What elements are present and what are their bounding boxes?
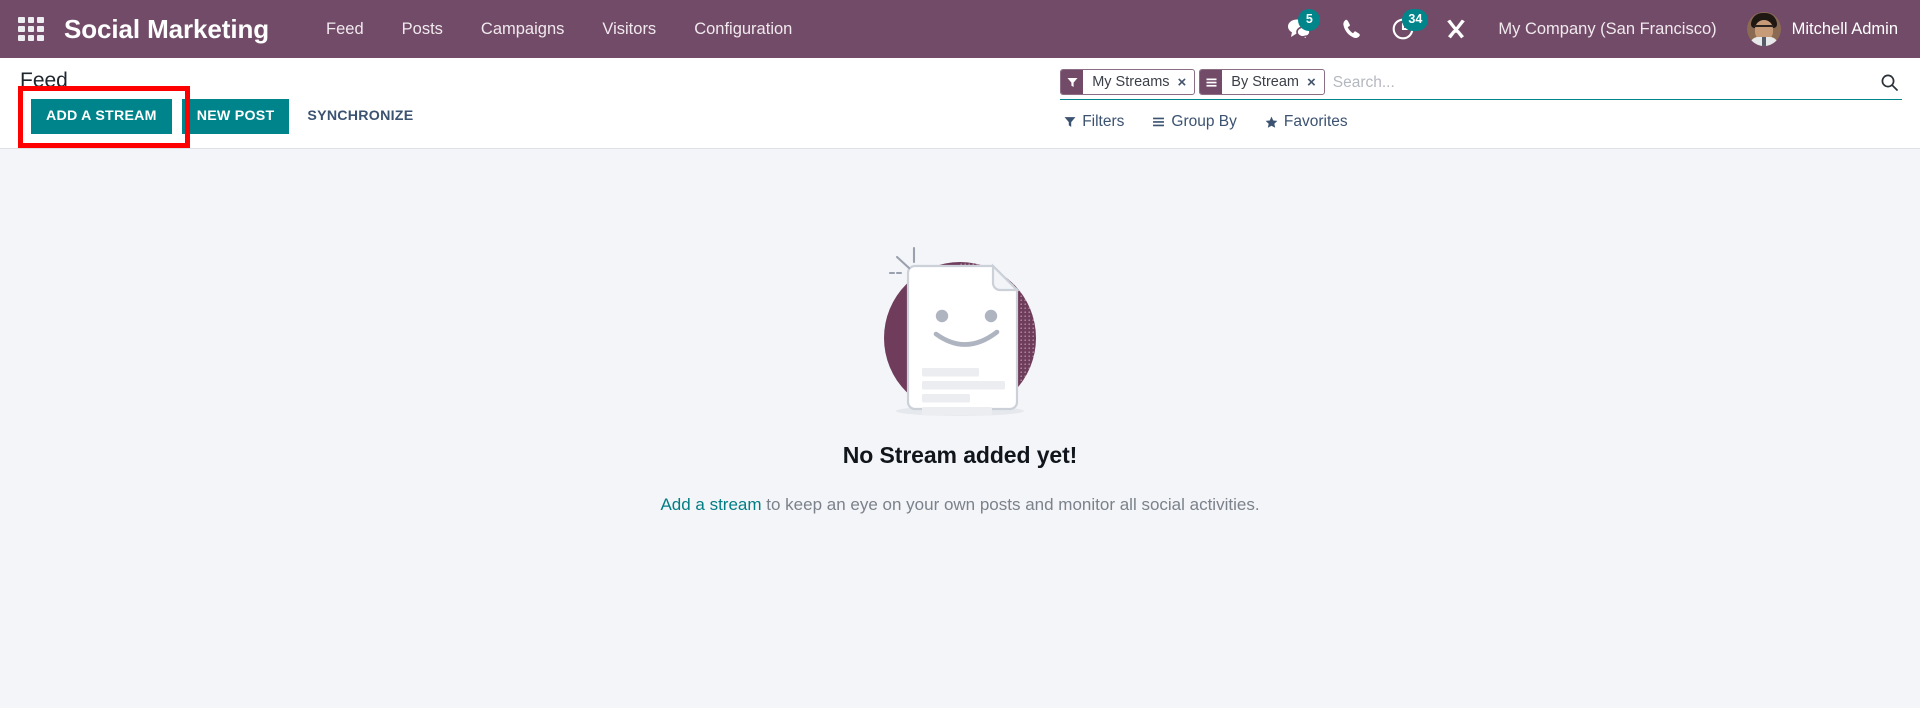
favorites-dropdown-toggle[interactable]: Favorites — [1265, 113, 1348, 131]
menu-item-feed[interactable]: Feed — [307, 2, 383, 57]
add-a-stream-button[interactable]: ADD A STREAM — [31, 99, 172, 135]
messages-menu-button[interactable]: 5 — [1272, 0, 1327, 58]
empty-state-subtitle-rest: to keep an eye on your own posts and mon… — [761, 495, 1260, 514]
apps-grid-cell — [27, 35, 35, 41]
breadcrumb: Feed — [20, 69, 68, 92]
debug-tools-button[interactable] — [1430, 0, 1482, 58]
group-by-label: Group By — [1171, 113, 1237, 130]
search-facet-remove-icon[interactable]: × — [1307, 70, 1324, 94]
apps-grid-cell — [18, 35, 25, 41]
new-post-button[interactable]: NEW POST — [181, 99, 290, 135]
search-facet-by-stream[interactable]: By Stream × — [1199, 69, 1325, 95]
action-buttons: ADD A STREAM NEW POST SYNCHRONIZE — [18, 86, 1054, 149]
systray: 5 34 My Company (San Francisco) Mitchell… — [1272, 0, 1902, 58]
menu-item-campaigns[interactable]: Campaigns — [462, 2, 583, 57]
search-view: My Streams × By Stream × — [1060, 69, 1902, 100]
company-switcher[interactable]: My Company (San Francisco) — [1482, 2, 1732, 57]
user-avatar — [1746, 12, 1781, 46]
phone-icon — [1343, 19, 1361, 38]
group-by-bars-icon — [1153, 117, 1165, 127]
filters-dropdown-toggle[interactable]: Filters — [1064, 113, 1124, 131]
empty-state-title: No Stream added yet! — [842, 442, 1078, 468]
apps-grid-cell — [37, 35, 44, 41]
search-submit-button[interactable] — [1873, 69, 1902, 98]
filter-funnel-icon — [1064, 117, 1076, 127]
menu-item-configuration[interactable]: Configuration — [675, 2, 811, 57]
avatar-glasses — [1753, 25, 1774, 31]
apps-grid-cell — [37, 26, 44, 32]
apps-grid-cell — [27, 17, 35, 23]
activities-count-badge: 34 — [1402, 9, 1429, 31]
favorites-label: Favorites — [1283, 113, 1348, 130]
star-icon — [1265, 116, 1278, 128]
top-navbar: Social Marketing Feed Posts Campaigns Vi… — [0, 0, 1920, 58]
apps-grid-icon[interactable] — [14, 12, 48, 46]
empty-state-subtitle: Add a stream to keep an eye on your own … — [660, 495, 1259, 515]
add-a-stream-link[interactable]: Add a stream — [660, 495, 761, 514]
search-input[interactable] — [1328, 69, 1873, 98]
control-panel-left: Feed ADD A STREAM NEW POST SYNCHRONIZE — [18, 69, 1054, 149]
wrench-tools-icon — [1447, 19, 1466, 39]
magnifier-icon — [1881, 74, 1898, 91]
apps-grid-cell — [18, 26, 25, 32]
user-name-label: Mitchell Admin — [1791, 19, 1898, 38]
filter-funnel-icon — [1061, 70, 1084, 94]
search-facet-label: My Streams — [1092, 74, 1170, 90]
group-by-bars-icon — [1200, 70, 1223, 94]
search-facet-my-streams[interactable]: My Streams × — [1060, 69, 1196, 95]
control-panel-right: My Streams × By Stream × Search... Filte… — [1054, 69, 1902, 131]
synchronize-button[interactable]: SYNCHRONIZE — [299, 99, 421, 134]
messages-count-badge: 5 — [1298, 9, 1321, 31]
avatar-tie — [1761, 37, 1766, 46]
apps-grid-cell — [18, 17, 25, 23]
search-dropdown-toggles: Filters Group By Favorites — [1060, 113, 1902, 131]
search-facet-remove-icon[interactable]: × — [1178, 70, 1195, 94]
app-brand-title[interactable]: Social Marketing — [64, 14, 269, 45]
main-menu: Feed Posts Campaigns Visitors Configurat… — [307, 2, 811, 57]
apps-grid-cell — [27, 26, 35, 32]
voip-phone-button[interactable] — [1327, 0, 1376, 58]
menu-item-posts[interactable]: Posts — [383, 2, 462, 57]
group-by-dropdown-toggle[interactable]: Group By — [1152, 113, 1237, 131]
filters-label: Filters — [1082, 113, 1125, 130]
user-menu[interactable]: Mitchell Admin — [1733, 12, 1902, 46]
activities-menu-button[interactable]: 34 — [1376, 0, 1430, 58]
main-content-area: No Stream added yet! Add a stream to kee… — [0, 149, 1920, 708]
menu-item-visitors[interactable]: Visitors — [583, 2, 675, 57]
apps-grid-cell — [37, 17, 44, 23]
empty-document-smiley-illustration — [860, 235, 1060, 420]
search-facet-label: By Stream — [1231, 74, 1299, 90]
control-panel: Feed ADD A STREAM NEW POST SYNCHRONIZE M… — [0, 58, 1920, 149]
